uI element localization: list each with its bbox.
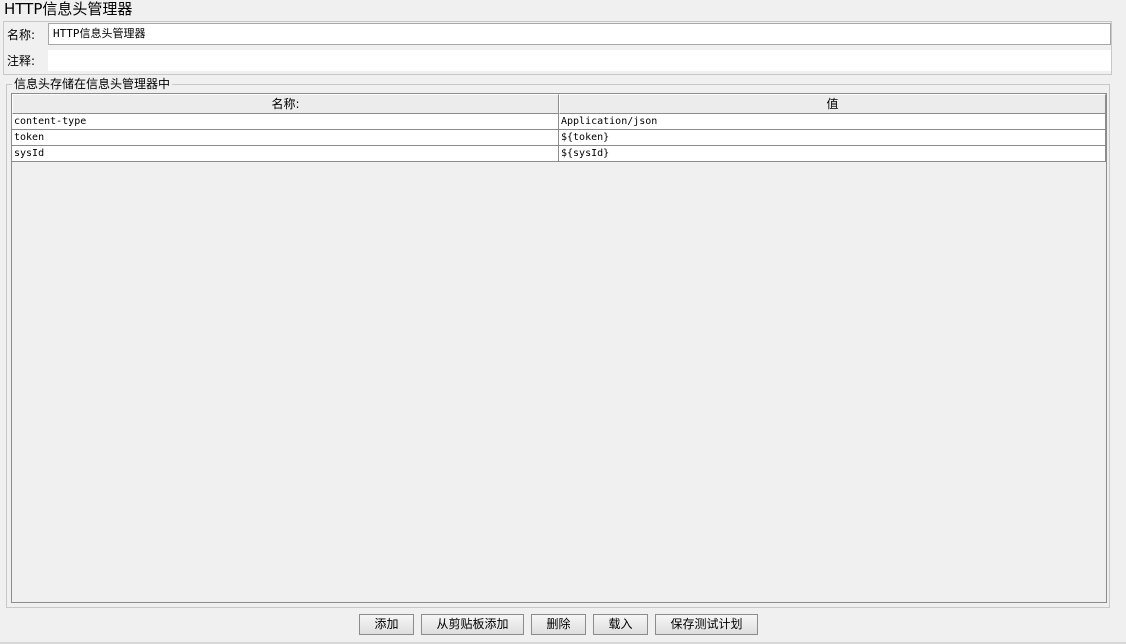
table-body: content-type Application/json token ${to… xyxy=(12,114,1106,162)
headers-table: 名称: 值 content-type Application/json toke… xyxy=(11,93,1107,603)
add-button[interactable]: 添加 xyxy=(359,614,414,635)
table-cell-name[interactable]: content-type xyxy=(12,114,559,130)
name-input[interactable]: HTTP信息头管理器 xyxy=(48,23,1111,45)
button-bar: 添加 从剪贴板添加 删除 载入 保存测试计划 xyxy=(0,614,1126,636)
name-label: 名称: xyxy=(7,28,36,42)
save-test-plan-button[interactable]: 保存测试计划 xyxy=(655,614,758,635)
http-header-manager-panel: HTTP信息头管理器 名称: HTTP信息头管理器 注释: 信息头存储在信息头管… xyxy=(0,0,1126,644)
table-row[interactable]: sysId ${sysId} xyxy=(12,146,1106,162)
comment-input[interactable] xyxy=(48,49,1111,71)
table-cell-name[interactable]: sysId xyxy=(12,146,559,162)
table-cell-name[interactable]: token xyxy=(12,130,559,146)
table-cell-value[interactable]: ${sysId} xyxy=(559,146,1106,162)
table-header: 名称: 值 xyxy=(12,94,1106,114)
load-button[interactable]: 载入 xyxy=(593,614,648,635)
name-row: 名称: HTTP信息头管理器 xyxy=(4,23,1111,47)
add-from-clipboard-button[interactable]: 从剪贴板添加 xyxy=(421,614,524,635)
page-title: HTTP信息头管理器 xyxy=(4,0,133,18)
fields-box: 名称: HTTP信息头管理器 注释: xyxy=(3,21,1112,75)
headers-group-legend: 信息头存储在信息头管理器中 xyxy=(12,76,173,92)
table-cell-value[interactable]: Application/json xyxy=(559,114,1106,130)
table-row[interactable]: content-type Application/json xyxy=(12,114,1106,130)
column-header-name[interactable]: 名称: xyxy=(12,94,559,114)
delete-button[interactable]: 删除 xyxy=(531,614,586,635)
table-cell-value[interactable]: ${token} xyxy=(559,130,1106,146)
comment-label: 注释: xyxy=(7,54,36,68)
column-header-value[interactable]: 值 xyxy=(559,94,1106,114)
table-row[interactable]: token ${token} xyxy=(12,130,1106,146)
comment-row: 注释: xyxy=(4,49,1111,73)
